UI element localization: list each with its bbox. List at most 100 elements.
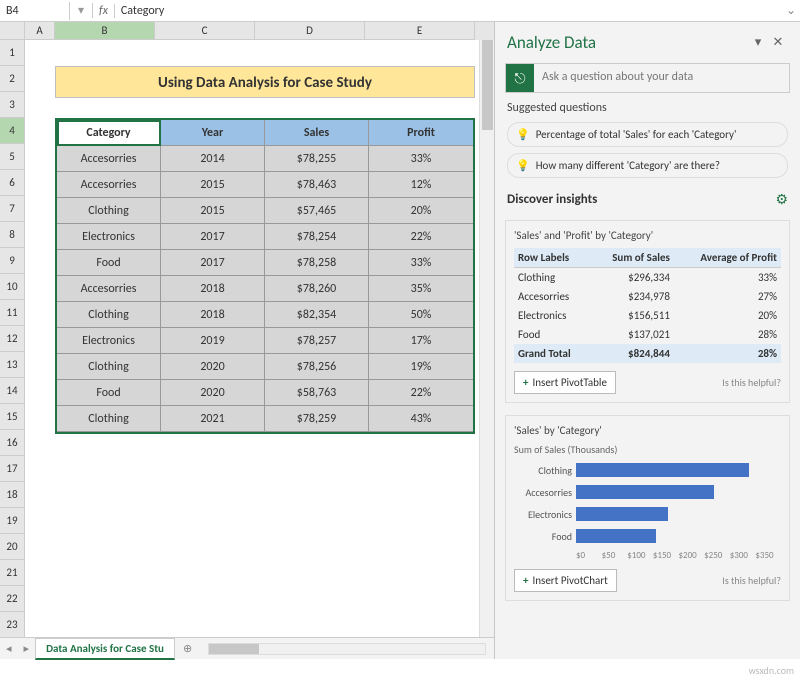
- row-header[interactable]: 8: [0, 222, 25, 248]
- table-cell[interactable]: $78,259: [265, 406, 369, 432]
- table-cell[interactable]: $78,260: [265, 276, 369, 302]
- add-sheet-icon[interactable]: ⊕: [175, 642, 200, 655]
- fx-label[interactable]: fx: [93, 4, 115, 18]
- insert-pivotchart-button[interactable]: +Insert PivotChart: [514, 569, 617, 592]
- suggestion-chip[interactable]: 💡How many different 'Category' are there…: [507, 153, 788, 178]
- table-cell[interactable]: 2020: [161, 380, 265, 406]
- table-cell[interactable]: Electronics: [57, 224, 161, 250]
- vertical-scrollbar[interactable]: [479, 40, 494, 637]
- table-header-category[interactable]: Category: [57, 120, 161, 146]
- table-cell[interactable]: 20%: [369, 198, 473, 224]
- table-cell[interactable]: 33%: [369, 250, 473, 276]
- row-header[interactable]: 17: [0, 456, 25, 482]
- table-cell[interactable]: 19%: [369, 354, 473, 380]
- name-box[interactable]: B4: [0, 2, 70, 20]
- row-header[interactable]: 13: [0, 352, 25, 378]
- table-cell[interactable]: 2019: [161, 328, 265, 354]
- col-header-E[interactable]: E: [365, 22, 475, 40]
- row-header[interactable]: 19: [0, 508, 25, 534]
- helpful-link[interactable]: Is this helpful?: [625, 574, 781, 587]
- table-cell[interactable]: Accesorries: [57, 172, 161, 198]
- close-icon[interactable]: ✕: [768, 35, 788, 50]
- table-header-sales[interactable]: Sales: [265, 120, 369, 146]
- row-header[interactable]: 16: [0, 430, 25, 456]
- table-cell[interactable]: $78,463: [265, 172, 369, 198]
- table-cell[interactable]: 2018: [161, 302, 265, 328]
- scrollbar-thumb[interactable]: [209, 644, 259, 654]
- table-cell[interactable]: $78,256: [265, 354, 369, 380]
- col-header-C[interactable]: C: [155, 22, 255, 40]
- table-cell[interactable]: 2020: [161, 354, 265, 380]
- col-header-B[interactable]: B: [55, 22, 155, 40]
- row-header[interactable]: 2: [0, 66, 25, 92]
- row-header[interactable]: 18: [0, 482, 25, 508]
- table-header-profit[interactable]: Profit: [369, 120, 473, 146]
- table-cell[interactable]: 2014: [161, 146, 265, 172]
- insert-pivottable-button[interactable]: +Insert PivotTable: [514, 371, 616, 394]
- row-header[interactable]: 22: [0, 586, 25, 612]
- table-cell[interactable]: $78,257: [265, 328, 369, 354]
- table-cell[interactable]: $82,354: [265, 302, 369, 328]
- table-cell[interactable]: Electronics: [57, 328, 161, 354]
- helpful-link[interactable]: Is this helpful?: [624, 376, 781, 389]
- table-cell[interactable]: Accesorries: [57, 146, 161, 172]
- table-cell[interactable]: 2015: [161, 198, 265, 224]
- select-all-corner[interactable]: [0, 22, 25, 40]
- row-header[interactable]: 21: [0, 560, 25, 586]
- table-cell[interactable]: 35%: [369, 276, 473, 302]
- tab-nav-next-icon[interactable]: ▸: [18, 642, 36, 655]
- table-cell[interactable]: 33%: [369, 146, 473, 172]
- expand-formula-icon[interactable]: ⌄: [782, 3, 800, 18]
- table-cell[interactable]: $78,255: [265, 146, 369, 172]
- table-cell[interactable]: Clothing: [57, 302, 161, 328]
- row-header[interactable]: 23: [0, 612, 25, 637]
- tab-nav-prev-icon[interactable]: ◂: [0, 642, 18, 655]
- data-table[interactable]: Category Year Sales Profit Accesorries20…: [55, 118, 475, 434]
- row-header[interactable]: 4: [0, 118, 25, 144]
- table-cell[interactable]: 2017: [161, 224, 265, 250]
- table-cell[interactable]: Food: [57, 380, 161, 406]
- table-cell[interactable]: 22%: [369, 224, 473, 250]
- sheet-tab-active[interactable]: Data Analysis for Case Stu: [35, 638, 175, 660]
- gear-icon[interactable]: ⚙: [775, 191, 788, 208]
- row-header[interactable]: 20: [0, 534, 25, 560]
- table-cell[interactable]: 22%: [369, 380, 473, 406]
- row-header[interactable]: 12: [0, 326, 25, 352]
- row-header[interactable]: 3: [0, 92, 25, 118]
- table-cell[interactable]: Clothing: [57, 198, 161, 224]
- row-header[interactable]: 9: [0, 248, 25, 274]
- table-cell[interactable]: Clothing: [57, 406, 161, 432]
- horizontal-scrollbar[interactable]: [208, 643, 486, 655]
- cells-grid[interactable]: Using Data Analysis for Case Study Categ…: [25, 40, 479, 637]
- table-cell[interactable]: 2015: [161, 172, 265, 198]
- row-header[interactable]: 5: [0, 144, 25, 170]
- col-header-A[interactable]: A: [25, 22, 55, 40]
- table-cell[interactable]: 17%: [369, 328, 473, 354]
- table-cell[interactable]: Clothing: [57, 354, 161, 380]
- table-cell[interactable]: 2021: [161, 406, 265, 432]
- row-header[interactable]: 6: [0, 170, 25, 196]
- table-cell[interactable]: Accesorries: [57, 276, 161, 302]
- suggestion-chip[interactable]: 💡Percentage of total 'Sales' for each 'C…: [507, 122, 788, 147]
- table-cell[interactable]: 43%: [369, 406, 473, 432]
- table-cell[interactable]: 50%: [369, 302, 473, 328]
- formula-input[interactable]: Category: [115, 2, 782, 20]
- table-cell[interactable]: 2017: [161, 250, 265, 276]
- row-header[interactable]: 11: [0, 300, 25, 326]
- table-cell[interactable]: $58,763: [265, 380, 369, 406]
- table-cell[interactable]: $78,254: [265, 224, 369, 250]
- scrollbar-thumb[interactable]: [482, 40, 493, 130]
- table-cell[interactable]: 12%: [369, 172, 473, 198]
- row-header[interactable]: 15: [0, 404, 25, 430]
- table-cell[interactable]: $57,465: [265, 198, 369, 224]
- table-header-year[interactable]: Year: [161, 120, 265, 146]
- col-header-D[interactable]: D: [255, 22, 365, 40]
- ask-input[interactable]: Ask a question about your data: [534, 64, 789, 92]
- row-header[interactable]: 1: [0, 40, 25, 66]
- dropdown-icon[interactable]: ▾: [78, 3, 84, 18]
- row-header[interactable]: 10: [0, 274, 25, 300]
- pane-menu-icon[interactable]: ▾: [748, 35, 768, 50]
- table-cell[interactable]: 2018: [161, 276, 265, 302]
- table-cell[interactable]: $78,258: [265, 250, 369, 276]
- ask-question-box[interactable]: ⎋ Ask a question about your data: [505, 63, 790, 93]
